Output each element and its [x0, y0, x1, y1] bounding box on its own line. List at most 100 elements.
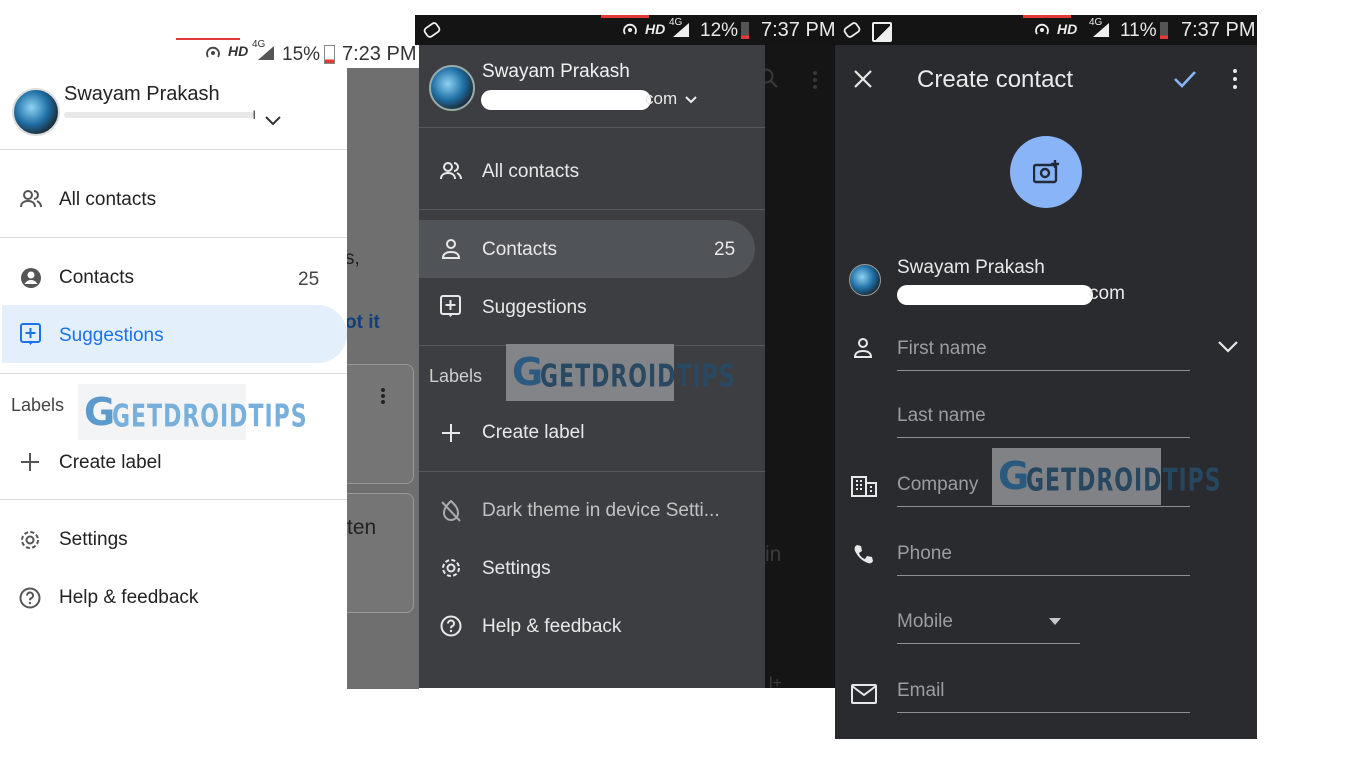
nav-item-settings[interactable]: Settings	[419, 543, 765, 595]
avatar	[849, 264, 881, 296]
nav-item-settings[interactable]: Settings	[0, 515, 347, 565]
theme-off-icon	[440, 499, 462, 523]
navigation-drawer-light: Swayam Prakash ı All contacts Contacts 2…	[0, 68, 347, 689]
hotspot-icon	[204, 44, 222, 62]
nav-item-create-label[interactable]: Create label	[419, 407, 765, 459]
clock: 7:37 PM	[1181, 19, 1256, 41]
last-name-field[interactable]: Last name	[897, 400, 1190, 440]
nav-label: Settings	[59, 529, 128, 550]
account-name: Swayam Prakash	[897, 257, 1045, 278]
help-icon	[440, 615, 462, 637]
nav-item-suggestions[interactable]: Suggestions	[419, 281, 765, 333]
watermark-logo: G GETDROIDTIPS	[78, 384, 307, 440]
nav-item-contacts[interactable]: Contacts 25	[419, 220, 755, 278]
battery-icon	[324, 45, 335, 64]
status-bar-light: HD 4G 15% 7:23 PM	[0, 38, 418, 68]
field-placeholder: Last name	[897, 405, 986, 426]
nav-item-contacts[interactable]: Contacts 25	[0, 252, 347, 304]
nav-label: Contacts	[59, 267, 134, 288]
more-vert-icon[interactable]	[1233, 69, 1241, 89]
help-icon	[19, 587, 41, 609]
nav-label: Help & feedback	[482, 616, 622, 637]
phone-field[interactable]: Phone	[897, 538, 1190, 578]
phone-icon	[853, 544, 875, 566]
email-partial: com	[1089, 283, 1125, 304]
account-name: Swayam Prakash	[64, 83, 220, 105]
nav-item-help[interactable]: Help & feedback	[419, 601, 765, 653]
image-icon	[872, 22, 892, 42]
background-text: in	[765, 543, 782, 566]
field-underline	[897, 506, 1190, 507]
watermark-logo: G GETDROIDTIPS	[992, 448, 1221, 505]
avatar[interactable]	[429, 65, 475, 111]
plus-icon	[20, 452, 40, 472]
more-vert-icon	[381, 388, 389, 404]
avatar[interactable]	[12, 88, 60, 136]
nav-label: All contacts	[59, 189, 157, 210]
nav-label: All contacts	[482, 161, 580, 182]
nav-label: Contacts	[482, 239, 557, 260]
hd-label: HD	[645, 21, 666, 37]
people-icon	[19, 188, 43, 210]
hd-label: HD	[228, 43, 249, 59]
plus-icon	[441, 423, 461, 443]
email-partial: ı	[252, 106, 257, 123]
battery-icon	[1160, 22, 1168, 39]
divider	[0, 149, 347, 150]
nav-label: Help & feedback	[59, 587, 199, 608]
divider	[419, 471, 765, 472]
suggestion-add-icon	[20, 323, 42, 345]
account-circle-icon	[20, 267, 42, 289]
contacts-count: 25	[298, 269, 320, 290]
field-placeholder: First name	[897, 338, 987, 359]
email-icon	[851, 684, 877, 704]
search-icon	[765, 67, 779, 89]
nav-item-dark-theme[interactable]: Dark theme in device Setti...	[419, 485, 765, 537]
navigation-drawer-dark: Swayam Prakash com All contacts Contacts…	[419, 45, 765, 688]
first-name-field[interactable]: First name	[897, 333, 1190, 373]
labels-header: Labels	[429, 366, 483, 386]
divider	[419, 127, 765, 128]
person-icon	[441, 238, 461, 260]
building-icon	[851, 475, 877, 497]
battery-percent: 11%	[1120, 20, 1157, 41]
field-placeholder: Company	[897, 474, 979, 495]
nav-label: Settings	[482, 558, 551, 579]
add-photo-icon	[1033, 160, 1061, 184]
hotspot-icon	[1033, 21, 1051, 39]
nav-item-create-label[interactable]: Create label	[0, 438, 347, 488]
nav-item-all-contacts[interactable]: All contacts	[0, 174, 347, 226]
background-text: ten	[347, 516, 377, 539]
watermark-text: GETDROIDTIPS	[1026, 464, 1222, 499]
email-field[interactable]: Email	[897, 675, 1190, 715]
nav-item-all-contacts[interactable]: All contacts	[419, 145, 765, 197]
hotspot-icon	[621, 21, 639, 39]
watermark-text: GETDROIDTIPS	[112, 400, 308, 435]
status-bar-dark: HD 4G 11% 7:37 PM	[837, 15, 1257, 45]
watermark-logo: G GETDROIDTIPS	[506, 344, 735, 401]
hd-label: HD	[1057, 21, 1078, 37]
chevron-down-icon[interactable]	[263, 114, 283, 128]
field-placeholder: Phone	[897, 543, 952, 564]
save-check-icon[interactable]	[1173, 69, 1197, 89]
nav-label: Create label	[482, 422, 585, 443]
create-contact-screen: Create contact Swayam Prakash com First …	[835, 45, 1257, 739]
scrim-overlay[interactable]: s, ot it ten	[347, 68, 419, 689]
field-placeholder: Email	[897, 680, 945, 701]
nav-item-help[interactable]: Help & feedback	[0, 574, 347, 624]
battery-percent: 12%	[700, 20, 739, 41]
labels-header: Labels	[11, 395, 65, 415]
expand-name-chevron-icon[interactable]	[1216, 339, 1240, 355]
scrim-overlay[interactable]: in l+	[765, 45, 837, 688]
add-photo-button[interactable]	[1010, 136, 1082, 208]
chevron-down-icon[interactable]	[684, 95, 698, 105]
dropdown-arrow-icon	[1049, 618, 1061, 625]
phone-type-select[interactable]: Mobile	[897, 606, 1080, 646]
clock: 7:23 PM	[342, 43, 417, 65]
nav-label: Dark theme in device Setti...	[482, 500, 720, 521]
nav-item-suggestions[interactable]: Suggestions	[2, 305, 347, 363]
close-icon[interactable]	[853, 69, 873, 89]
suggestion-add-icon	[440, 295, 462, 319]
nav-label: Suggestions	[59, 325, 164, 346]
gear-icon	[19, 529, 41, 551]
